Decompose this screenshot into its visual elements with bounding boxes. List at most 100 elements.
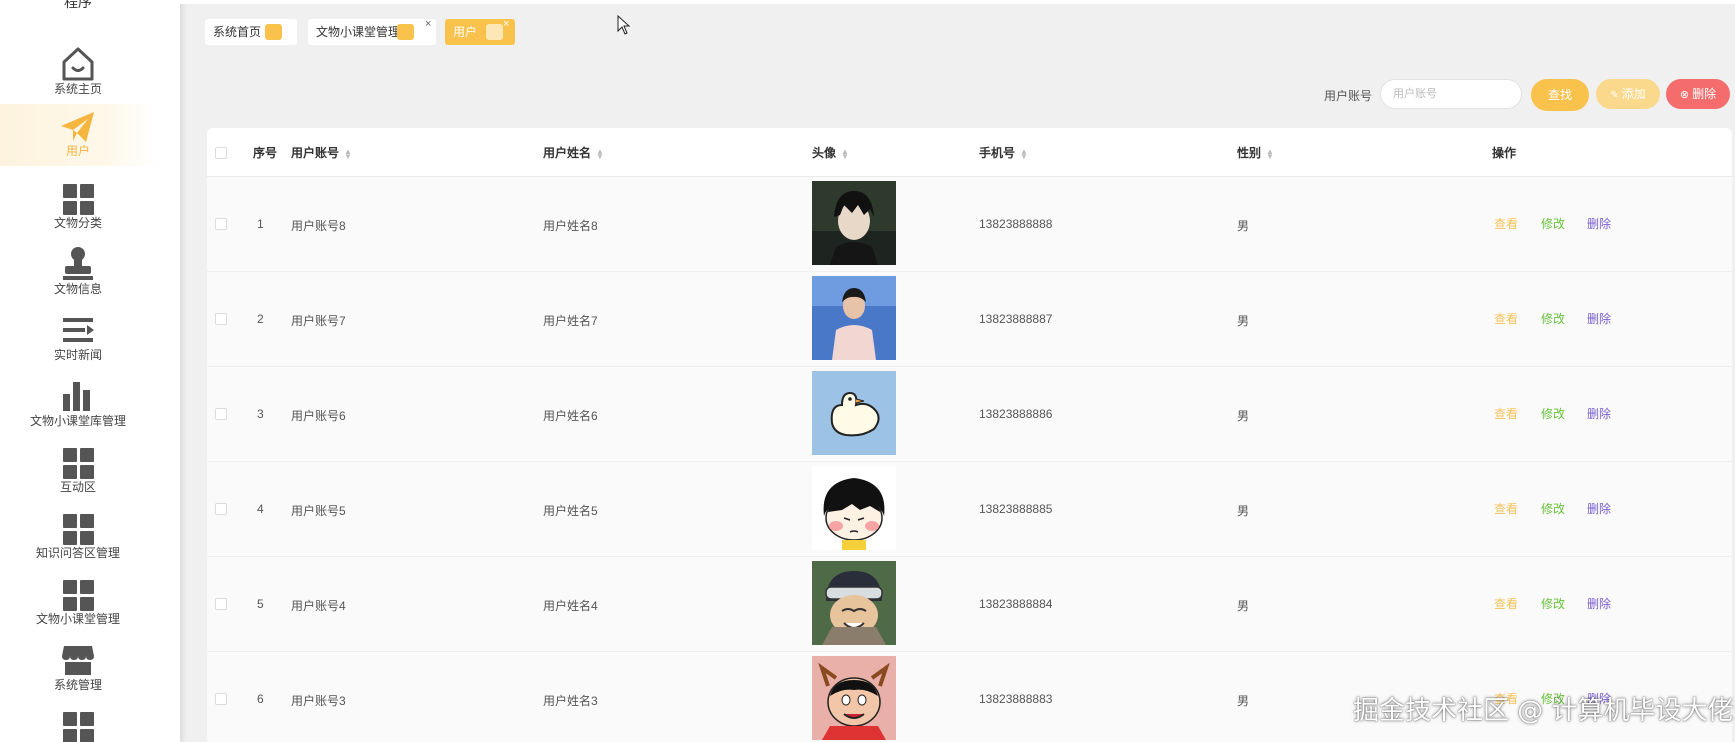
grid-icon xyxy=(0,506,156,546)
edit-link[interactable]: 修改 xyxy=(1541,595,1565,612)
sidebar-item-home[interactable]: 系统主页 xyxy=(0,42,156,108)
cell-name: 用户姓名3 xyxy=(543,694,598,708)
select-all-checkbox[interactable] xyxy=(215,147,227,159)
sidebar-item-label: 文物信息 xyxy=(53,282,102,296)
cell-phone: 13823888888 xyxy=(979,217,1053,231)
delete-link[interactable]: 删除 xyxy=(1587,405,1611,422)
cell-gender: 男 xyxy=(1237,219,1250,233)
edit-link[interactable]: 修改 xyxy=(1541,500,1565,517)
sort-icon: ▲ ▼ xyxy=(1266,146,1274,161)
cell-account: 用户账号4 xyxy=(291,599,346,613)
close-icon[interactable]: × xyxy=(425,11,431,37)
row-checkbox[interactable] xyxy=(215,693,227,705)
delete-link[interactable]: 删除 xyxy=(1587,215,1611,232)
close-icon[interactable]: × xyxy=(503,11,509,37)
cell-account: 用户账号6 xyxy=(291,409,346,423)
row-checkbox[interactable] xyxy=(215,408,227,420)
avatar xyxy=(812,466,896,550)
search-input[interactable] xyxy=(1380,79,1522,109)
cell-name: 用户姓名4 xyxy=(543,599,598,613)
table-row: 5 用户账号4 用户姓名4 13823888884 男 查看 修改 删除 xyxy=(207,558,1732,652)
cell-name: 用户姓名8 xyxy=(543,219,598,233)
sidebar: 程序 系统主页 用户 文物分类 文物信息 实时新闻 文物小课堂库管理 互动区 知… xyxy=(0,0,180,742)
tag-icon xyxy=(265,24,282,40)
edit-link[interactable]: 修改 xyxy=(1541,405,1565,422)
delete-link[interactable]: 删除 xyxy=(1587,310,1611,327)
tab-label: 用户 xyxy=(453,25,478,39)
paper-plane-icon xyxy=(0,104,156,144)
row-checkbox[interactable] xyxy=(215,313,227,325)
table-row: 1 用户账号8 用户姓名8 13823888888 男 查看 修改 删除 xyxy=(207,178,1732,272)
view-link[interactable]: 查看 xyxy=(1494,215,1518,232)
header-avatar[interactable]: 头像 ▲ ▼ xyxy=(812,144,849,161)
sidebar-item-news[interactable]: 实时新闻 xyxy=(0,308,156,374)
list-indent-icon xyxy=(0,308,156,348)
sidebar-item-interaction[interactable]: 互动区 xyxy=(0,440,156,506)
cell-phone: 13823888883 xyxy=(979,692,1053,706)
sort-icon: ▲ ▼ xyxy=(344,146,352,161)
row-checkbox[interactable] xyxy=(215,598,227,610)
tab-home[interactable]: 系统首页 xyxy=(205,19,297,45)
top-bar xyxy=(180,0,1735,4)
sidebar-item-label: 文物小课堂管理 xyxy=(35,612,120,626)
tag-icon xyxy=(397,24,414,40)
tab-user[interactable]: 用户 × xyxy=(445,18,515,45)
sidebar-item-label: 系统主页 xyxy=(53,82,102,96)
sort-icon: ▲ ▼ xyxy=(1020,146,1028,161)
header-index: 序号 xyxy=(253,146,278,160)
header-name[interactable]: 用户姓名 ▲ ▼ xyxy=(543,144,604,161)
sidebar-item-label: 知识问答区管理 xyxy=(35,546,120,560)
edit-link[interactable]: 修改 xyxy=(1541,215,1565,232)
stamp-icon xyxy=(0,242,156,282)
user-table: 序号 用户账号 ▲ ▼ 用户姓名 ▲ ▼ 头像 ▲ ▼ 手机号 ▲ ▼ 性别 ▲ ▼ 操作 1 用户… xyxy=(207,128,1732,742)
bar-chart-icon xyxy=(0,374,156,414)
delete-link[interactable]: 删除 xyxy=(1587,500,1611,517)
sidebar-item-qa[interactable]: 知识问答区管理 xyxy=(0,506,156,572)
sidebar-item-class-manage[interactable]: 文物小课堂管理 xyxy=(0,572,156,638)
sidebar-item-relic-info[interactable]: 文物信息 xyxy=(0,242,156,308)
grid-icon xyxy=(0,176,156,216)
cell-account: 用户账号8 xyxy=(291,219,346,233)
add-button[interactable]: ✎ 添加 xyxy=(1596,79,1660,109)
sidebar-item-more[interactable] xyxy=(0,704,156,742)
table-header: 序号 用户账号 ▲ ▼ 用户姓名 ▲ ▼ 头像 ▲ ▼ 手机号 ▲ ▼ 性别 ▲ ▼ 操作 xyxy=(207,128,1732,177)
cell-gender: 男 xyxy=(1237,314,1250,328)
sidebar-item-user[interactable]: 用户 xyxy=(0,104,156,166)
find-button[interactable]: 查找 xyxy=(1531,79,1589,111)
sidebar-item-label: 实时新闻 xyxy=(53,348,102,362)
cell-name: 用户姓名7 xyxy=(543,314,598,328)
main-content: 系统首页 文物小课堂管理 × 用户 × 用户账号 查找 ✎ 添加 ⊗ 删除 序号 xyxy=(180,0,1735,742)
sidebar-item-system[interactable]: 系统管理 xyxy=(0,638,156,704)
sort-icon: ▲ ▼ xyxy=(596,146,604,161)
grid-icon xyxy=(0,704,156,742)
watermark: 掘金技术社区 @ 计算机毕设大佬 xyxy=(1353,696,1734,726)
sidebar-item-class-library[interactable]: 文物小课堂库管理 xyxy=(0,374,156,440)
header-gender[interactable]: 性别 ▲ ▼ xyxy=(1237,144,1274,161)
sort-icon: ▲ ▼ xyxy=(841,146,849,161)
cell-name: 用户姓名5 xyxy=(543,504,598,518)
view-link[interactable]: 查看 xyxy=(1494,310,1518,327)
edit-link[interactable]: 修改 xyxy=(1541,310,1565,327)
sidebar-item-category[interactable]: 文物分类 xyxy=(0,176,156,242)
cell-index: 5 xyxy=(257,597,264,611)
add-button-label: 添加 xyxy=(1621,87,1646,101)
batch-delete-button[interactable]: ⊗ 删除 xyxy=(1666,79,1730,109)
home-icon xyxy=(0,42,156,82)
view-link[interactable]: 查看 xyxy=(1494,405,1518,422)
view-link[interactable]: 查看 xyxy=(1494,500,1518,517)
tab-label: 系统首页 xyxy=(213,25,262,39)
cell-account: 用户账号3 xyxy=(291,694,346,708)
cell-phone: 13823888885 xyxy=(979,502,1053,516)
header-account[interactable]: 用户账号 ▲ ▼ xyxy=(291,144,352,161)
tab-class-manage[interactable]: 文物小课堂管理 × xyxy=(308,18,436,45)
row-checkbox[interactable] xyxy=(215,503,227,515)
view-link[interactable]: 查看 xyxy=(1494,595,1518,612)
search-label: 用户账号 xyxy=(1324,89,1373,103)
tab-label: 文物小课堂管理 xyxy=(316,25,401,39)
tag-icon xyxy=(486,24,503,40)
cell-phone: 13823888887 xyxy=(979,312,1053,326)
header-phone[interactable]: 手机号 ▲ ▼ xyxy=(979,144,1028,161)
delete-link[interactable]: 删除 xyxy=(1587,595,1611,612)
row-checkbox[interactable] xyxy=(215,218,227,230)
avatar xyxy=(812,181,896,265)
